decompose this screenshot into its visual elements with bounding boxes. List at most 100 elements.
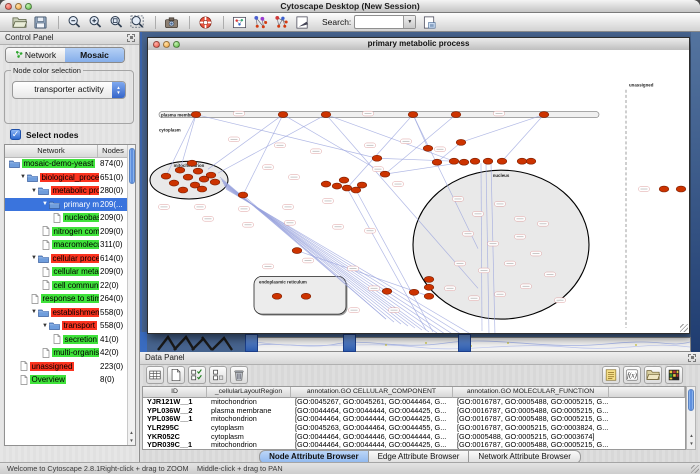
table-row[interactable]: YDR039C__1mitochondrion[GO:0044464, GO:0…	[143, 441, 685, 450]
table-cell: mitochondrion	[207, 398, 291, 407]
expand-arrow-icon[interactable]: ▼	[31, 255, 37, 261]
zoom-in-icon[interactable]	[86, 14, 105, 30]
tree-row[interactable]: cellular metabol209(0)	[5, 265, 127, 279]
node-color-dropdown[interactable]: transporter activity ▲▼	[12, 81, 126, 99]
scroll-down-icon[interactable]: ▼	[688, 440, 695, 448]
tree-row[interactable]: nucleobase-c209(0)	[5, 211, 127, 225]
table-cell: YKR052C	[143, 433, 207, 442]
expand-arrow-icon[interactable]: ▼	[31, 309, 37, 315]
search-dropdown-arrow[interactable]: ▼	[403, 16, 415, 28]
expand-arrow-icon[interactable]: ▼	[31, 188, 37, 194]
save-icon[interactable]	[31, 14, 50, 30]
main-toolbar: Search: ▼	[0, 13, 700, 32]
scroll-down-icon[interactable]: ▼	[128, 437, 135, 445]
tree-row[interactable]: cell communicat22(0)	[5, 279, 127, 293]
unselect-attributes-icon[interactable]	[209, 366, 227, 384]
function-builder-icon[interactable]: f(x)	[623, 366, 641, 384]
table-scrollbar[interactable]: ▲ ▼	[686, 386, 696, 450]
tree-column-nodes[interactable]: Nodes	[98, 145, 128, 157]
table-cell: [GO:0016787, GO:0005488, GO:0005215, G..…	[453, 415, 609, 424]
matrix-icon[interactable]	[665, 366, 683, 384]
table-row[interactable]: YPL036W__1mitochondrion[GO:0044464, GO:0…	[143, 415, 685, 424]
tree-row[interactable]: ▼transport558(0)	[5, 319, 127, 333]
search-config-icon[interactable]	[420, 14, 439, 30]
annotation-icon[interactable]	[293, 14, 312, 30]
attribute-table-icon[interactable]	[146, 366, 164, 384]
zoom-fit-icon[interactable]	[107, 14, 126, 30]
tree-row-node-count: 41(0)	[100, 333, 119, 347]
tab-mosaic[interactable]: Mosaic	[65, 48, 124, 62]
table-cell: [GO:0045263, GO:0044464, GO:0044455, G..…	[291, 424, 453, 433]
network-canvas[interactable]: plasma membranecytoplasmnucleusmitochond…	[148, 50, 689, 333]
scroll-up-icon[interactable]: ▲	[688, 432, 695, 440]
open-icon[interactable]	[10, 14, 29, 30]
float-panel-icon[interactable]	[688, 354, 696, 362]
data-panel-title: Data Panel	[145, 353, 185, 362]
table-row[interactable]: YPL036W__2plasma membrane[GO:0044464, GO…	[143, 407, 685, 416]
file-icon	[42, 267, 50, 277]
tree-row[interactable]: secretion41(0)	[5, 333, 127, 347]
layout-a-icon[interactable]	[251, 14, 270, 30]
file-icon	[42, 280, 50, 290]
tree-row[interactable]: nitrogen compo209(0)	[5, 225, 127, 239]
tree-row-label: transport	[62, 321, 97, 330]
tree-row[interactable]: unassigned223(0)	[5, 360, 127, 374]
zoom-selected-icon[interactable]	[128, 14, 147, 30]
table-cell: YDR039C__1	[143, 441, 207, 450]
tree-row[interactable]: response to stimulu264(0)	[5, 292, 127, 306]
tree-row[interactable]: multi-organism pro42(0)	[5, 346, 127, 360]
table-row[interactable]: YKR052Ccytoplasm[GO:0044464, GO:0044446,…	[143, 433, 685, 442]
delete-attribute-icon[interactable]	[230, 366, 248, 384]
tree-row[interactable]: ▼primary metabol209(...	[5, 198, 127, 212]
new-attribute-icon[interactable]	[167, 366, 185, 384]
table-cell: mitochondrion	[207, 415, 291, 424]
tree-row-label: macromolecule	[52, 240, 99, 249]
attribute-list-icon[interactable]	[602, 366, 620, 384]
table-header[interactable]: annotation.GO MOLECULAR_FUNCTION	[453, 387, 609, 398]
tree-row[interactable]: mosaic-demo-yeast874(0)	[5, 157, 127, 171]
tab-network[interactable]: Network	[6, 48, 65, 62]
tree-scrollbar[interactable]: ▲ ▼	[127, 145, 135, 445]
window-resize-grip[interactable]	[680, 324, 688, 332]
tree-row[interactable]: ▼cellular process614(0)	[5, 252, 127, 266]
table-cell: [GO:0044464, GO:0044444, GO:0044425, G..…	[291, 415, 453, 424]
scroll-up-icon[interactable]: ▲	[128, 429, 135, 437]
table-cell: [GO:0045267, GO:0045261, GO:0044464, G..…	[291, 398, 453, 407]
table-cell: YPL036W__2	[143, 407, 207, 416]
expand-arrow-icon[interactable]: ▼	[20, 174, 26, 180]
search-input[interactable]	[356, 16, 400, 28]
tree-row-node-count: 558(0)	[100, 306, 123, 320]
tree-row-node-count: 209(0)	[100, 265, 123, 279]
zoom-out-icon[interactable]	[65, 14, 84, 30]
snapshot-icon[interactable]	[162, 14, 181, 30]
tree-row[interactable]: ▼metabolic process280(0)	[5, 184, 127, 198]
select-attributes-icon[interactable]	[188, 366, 206, 384]
import-attributes-icon[interactable]	[644, 366, 662, 384]
table-row[interactable]: YLR295Ccytoplasm[GO:0045263, GO:0044464,…	[143, 424, 685, 433]
float-panel-icon[interactable]	[127, 34, 135, 42]
control-panel: Control Panel Network Mosaic ▶ Node colo…	[0, 32, 140, 462]
table-row[interactable]: YJR121W__1mitochondrion[GO:0045267, GO:0…	[143, 398, 685, 407]
tree-row[interactable]: ▼biological_process651(0)	[5, 171, 127, 185]
birdseye-icon[interactable]	[230, 14, 249, 30]
expand-arrow-icon[interactable]: ▼	[42, 201, 48, 207]
tree-row[interactable]: ▼establishment of lo558(0)	[5, 306, 127, 320]
status-zoom-hint: Right-click + drag to ZOOM	[100, 463, 189, 474]
expand-arrow-icon[interactable]: ▼	[42, 323, 48, 329]
tree-row[interactable]: Overview8(0)	[5, 373, 127, 387]
table-header[interactable]: annotation.GO CELLULAR_COMPONENT	[291, 387, 453, 398]
layout-b-icon[interactable]	[272, 14, 291, 30]
table-header[interactable]: ID	[143, 387, 207, 398]
background-window-fragment	[245, 334, 258, 352]
table-header[interactable]: _cellularLayoutRegion	[207, 387, 291, 398]
network-view-title: primary metabolic process	[148, 38, 689, 50]
tree-row[interactable]: macromolecule311(0)	[5, 238, 127, 252]
help-icon[interactable]	[196, 14, 215, 30]
tree-column-network[interactable]: Network	[5, 145, 98, 157]
select-nodes-checkbox[interactable]: ✓	[10, 129, 21, 140]
folder-icon	[38, 308, 49, 317]
table-cell: [GO:0005488, GO:0005215, GO:0003674]	[453, 433, 609, 442]
app-title-bar: Cytoscape Desktop (New Session)	[0, 0, 700, 13]
search-box[interactable]: ▼	[354, 15, 416, 29]
app-resize-grip[interactable]	[691, 465, 699, 473]
